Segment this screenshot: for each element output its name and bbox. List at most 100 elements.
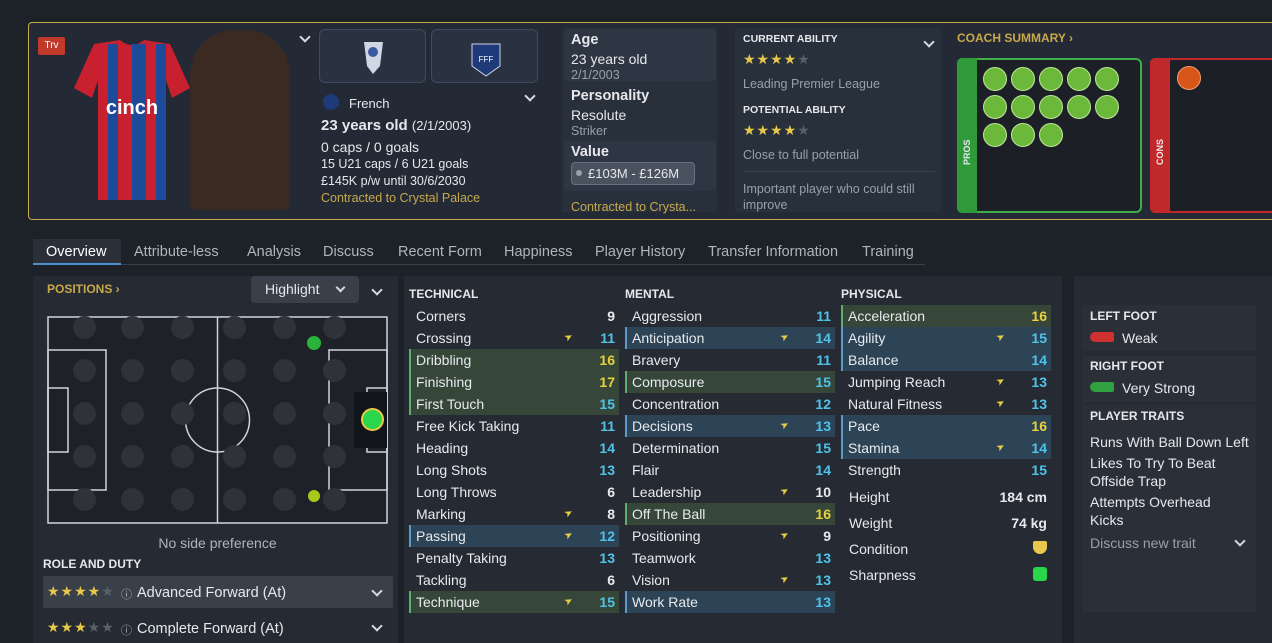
tab-transfer-information[interactable]: Transfer Information xyxy=(708,244,838,260)
club-badge-button[interactable] xyxy=(319,29,426,83)
pro-flag-icon[interactable] xyxy=(983,123,1007,147)
highlight-dropdown[interactable]: Highlight xyxy=(251,276,359,303)
attr-row[interactable]: Long Throws 6 xyxy=(409,481,619,503)
tab-attribute-less[interactable]: Attribute-less xyxy=(134,244,219,260)
attr-row[interactable]: Leadership ➤ 10 xyxy=(625,481,835,503)
cons-weakness-icon[interactable] xyxy=(1177,66,1201,90)
pitch-slot[interactable] xyxy=(223,445,246,468)
attr-row[interactable]: Strength 15 xyxy=(841,459,1051,481)
pitch-slot[interactable] xyxy=(171,359,194,382)
pitch-slot[interactable] xyxy=(273,359,296,382)
attr-row[interactable]: Technique ➤ 15 xyxy=(409,591,619,613)
pitch-slot[interactable] xyxy=(121,488,144,511)
attr-row[interactable]: Finishing 17 xyxy=(409,371,619,393)
pitch-slot[interactable] xyxy=(73,359,96,382)
contract-link[interactable]: Contracted to Crystal Palace xyxy=(321,191,480,205)
attr-row[interactable]: Passing ➤ 12 xyxy=(409,525,619,547)
attr-row[interactable]: Balance 14 xyxy=(841,349,1051,371)
nation-badge-button[interactable]: FFF xyxy=(431,29,538,83)
tab-analysis[interactable]: Analysis xyxy=(247,244,301,260)
positions-link[interactable]: POSITIONS › xyxy=(47,282,120,296)
pro-brain-icon[interactable] xyxy=(1039,67,1063,91)
pitch-slot[interactable] xyxy=(273,445,296,468)
position-dot-amr[interactable] xyxy=(308,490,320,502)
pitch-slot[interactable] xyxy=(223,488,246,511)
attr-row[interactable]: Long Shots 13 xyxy=(409,459,619,481)
attr-row[interactable]: Jumping Reach ➤ 13 xyxy=(841,371,1051,393)
pitch-slot[interactable] xyxy=(121,402,144,425)
pitch-slot[interactable] xyxy=(171,402,194,425)
attr-row[interactable]: Bravery 11 xyxy=(625,349,835,371)
tab-recent-form[interactable]: Recent Form xyxy=(398,244,482,260)
position-dot-aml[interactable] xyxy=(307,336,321,350)
pro-training-flask-icon[interactable] xyxy=(983,67,1007,91)
pitch-slot[interactable] xyxy=(223,402,246,425)
attr-row[interactable]: Tackling 6 xyxy=(409,569,619,591)
pitch-slot[interactable] xyxy=(73,488,96,511)
attr-row[interactable]: Concentration 12 xyxy=(625,393,835,415)
coach-summary-link[interactable]: COACH SUMMARY › xyxy=(957,31,1073,45)
position-dot-st[interactable] xyxy=(361,408,384,431)
pro-stats-icon[interactable] xyxy=(1095,67,1119,91)
pitch-slot[interactable] xyxy=(171,445,194,468)
discuss-trait-button[interactable]: Discuss new trait xyxy=(1090,535,1196,551)
pitch-slot[interactable] xyxy=(171,488,194,511)
tab-overview[interactable]: Overview xyxy=(46,244,106,260)
attr-row[interactable]: Determination 15 xyxy=(625,437,835,459)
attr-row[interactable]: Marking ➤ 8 xyxy=(409,503,619,525)
attr-row[interactable]: Free Kick Taking 11 xyxy=(409,415,619,437)
value-range-pill[interactable]: £103M - £126M xyxy=(571,162,695,185)
pro-ball-icon[interactable] xyxy=(1039,95,1063,119)
pro-arrow-up-icon[interactable] xyxy=(983,95,1007,119)
pitch-slot[interactable] xyxy=(73,445,96,468)
pro-speed-icon[interactable] xyxy=(1011,123,1035,147)
pro-injury-icon[interactable] xyxy=(1067,67,1091,91)
attr-row[interactable]: Flair 14 xyxy=(625,459,835,481)
attr-row[interactable]: Decisions ➤ 13 xyxy=(625,415,835,437)
attr-row[interactable]: Vision ➤ 13 xyxy=(625,569,835,591)
attr-row[interactable]: Composure 15 xyxy=(625,371,835,393)
attr-row[interactable]: Dribbling 16 xyxy=(409,349,619,371)
pitch-slot[interactable] xyxy=(273,316,296,339)
role-1-info-icon[interactable]: ⓘ xyxy=(121,586,132,602)
pitch-slot[interactable] xyxy=(121,445,144,468)
attr-row[interactable]: Positioning ➤ 9 xyxy=(625,525,835,547)
attr-row[interactable]: Teamwork 13 xyxy=(625,547,835,569)
attr-row[interactable]: Acceleration 16 xyxy=(841,305,1051,327)
pro-star-icon[interactable] xyxy=(1011,67,1035,91)
tab-training[interactable]: Training xyxy=(862,244,914,260)
pitch-slot[interactable] xyxy=(121,316,144,339)
attr-row[interactable]: Penalty Taking 13 xyxy=(409,547,619,569)
role-2-info-icon[interactable]: ⓘ xyxy=(121,622,132,638)
pro-wave-icon[interactable] xyxy=(1039,123,1063,147)
pitch-slot[interactable] xyxy=(223,316,246,339)
contract-short-link[interactable]: Contracted to Crysta... xyxy=(571,200,696,214)
pro-target-icon[interactable] xyxy=(1067,95,1091,119)
attr-row[interactable]: Stamina ➤ 14 xyxy=(841,437,1051,459)
pitch-slot[interactable] xyxy=(323,488,346,511)
tab-discuss[interactable]: Discuss xyxy=(323,244,374,260)
attr-row[interactable]: Heading 14 xyxy=(409,437,619,459)
pitch-slot[interactable] xyxy=(223,359,246,382)
pitch-slot[interactable] xyxy=(273,488,296,511)
pitch-slot[interactable] xyxy=(73,316,96,339)
attr-row[interactable]: Agility ➤ 15 xyxy=(841,327,1051,349)
pitch-slot[interactable] xyxy=(323,402,346,425)
attr-row[interactable]: Pace 16 xyxy=(841,415,1051,437)
attr-row[interactable]: Aggression 11 xyxy=(625,305,835,327)
attr-row[interactable]: Natural Fitness ➤ 13 xyxy=(841,393,1051,415)
tab-happiness[interactable]: Happiness xyxy=(504,244,573,260)
pitch-slot[interactable] xyxy=(273,402,296,425)
pitch-slot[interactable] xyxy=(171,316,194,339)
pitch-slot[interactable] xyxy=(121,359,144,382)
attr-row[interactable]: First Touch 15 xyxy=(409,393,619,415)
pitch-slot[interactable] xyxy=(323,316,346,339)
attr-row[interactable]: Corners 9 xyxy=(409,305,619,327)
attr-row[interactable]: Work Rate 13 xyxy=(625,591,835,613)
pitch-slot[interactable] xyxy=(323,359,346,382)
pro-chart-up-icon[interactable] xyxy=(1011,95,1035,119)
pitch-slot[interactable] xyxy=(323,445,346,468)
pro-run-icon[interactable] xyxy=(1095,95,1119,119)
attr-row[interactable]: Crossing ➤ 11 xyxy=(409,327,619,349)
attr-row[interactable]: Off The Ball 16 xyxy=(625,503,835,525)
